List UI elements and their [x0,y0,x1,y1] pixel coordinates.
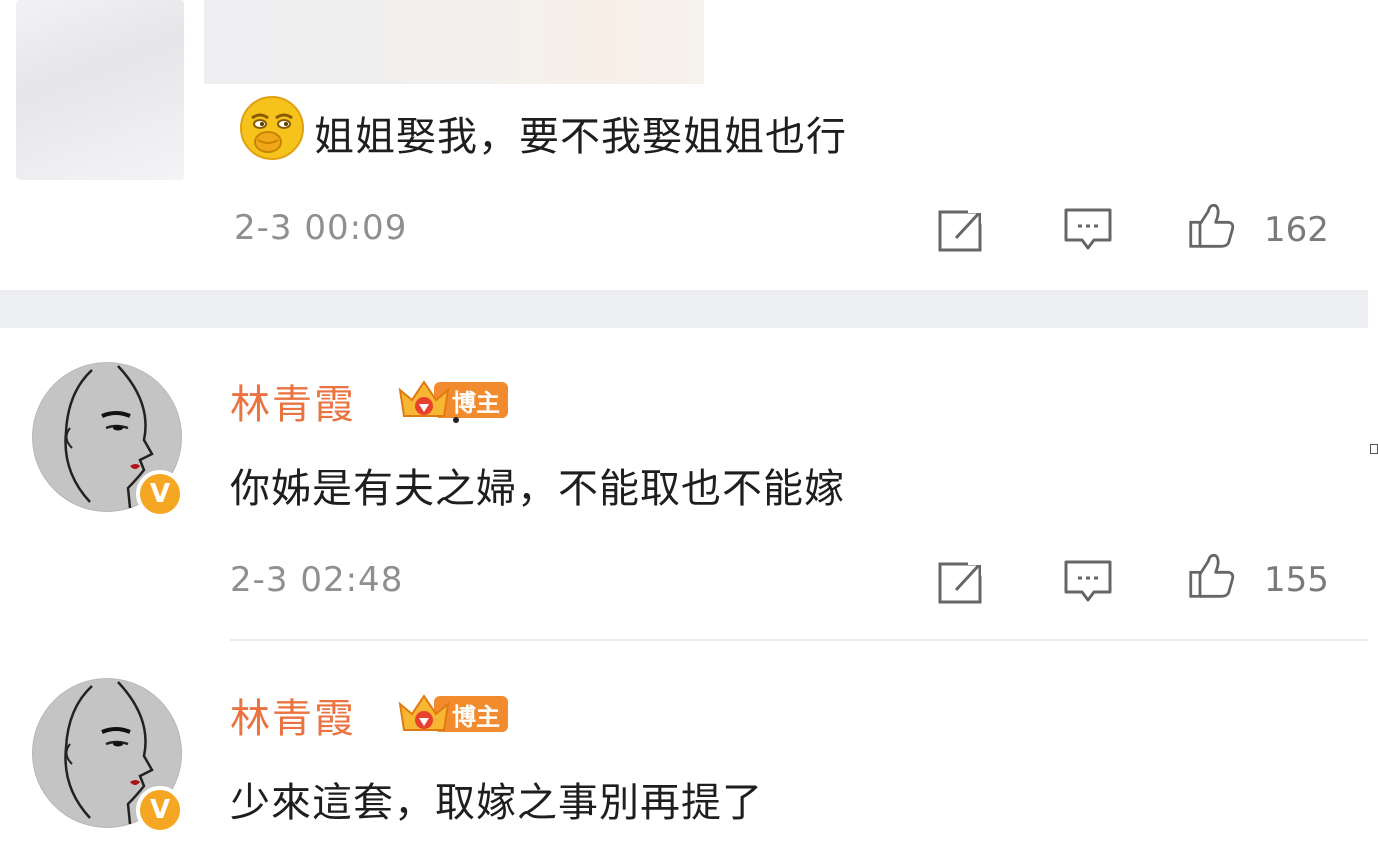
crown-icon [398,694,450,731]
verified-badge-icon: V [136,786,184,834]
comment-icon[interactable] [1062,558,1114,606]
like-count: 155 [1264,560,1329,600]
repost-icon[interactable] [936,206,988,254]
repost-icon[interactable] [936,558,988,606]
like-count: 162 [1264,210,1329,250]
avatar[interactable]: V [32,678,184,834]
stray-dot [453,417,459,423]
comment-card-1: 姐姐娶我，要不我娶姐姐也行 2-3 00:09 162 [0,0,1368,290]
username[interactable]: 林青霞 [230,372,356,430]
comment-icon[interactable] [1062,206,1114,254]
comment-text: 你姊是有夫之婦，不能取也不能嫁 [230,466,845,512]
blogger-badge: 博主 [396,376,510,422]
resize-handle[interactable] [1370,444,1378,454]
smirk-face-emoji-icon [240,96,304,160]
crown-icon [398,380,450,417]
comment-time: 2-3 00:09 [234,208,408,248]
comment-text: 姐姐娶我，要不我娶姐姐也行 [314,114,847,160]
blogger-badge: 博主 [396,690,510,736]
blurred-avatar[interactable] [16,0,184,180]
card-separator [0,290,1368,328]
comment-text: 少來這套，取嫁之事別再提了 [230,780,763,826]
thumbs-up-icon[interactable] [1186,202,1238,250]
comment-time: 2-3 02:48 [230,560,404,600]
avatar[interactable]: V [32,362,184,518]
comment-feed: 姐姐娶我，要不我娶姐姐也行 2-3 00:09 162 V 林青霞 博主 你姊是… [0,0,1378,864]
thumbs-up-icon[interactable] [1186,552,1238,600]
verified-badge-icon: V [136,470,184,518]
username[interactable]: 林青霞 [230,686,356,744]
reply-divider [230,639,1368,641]
blurred-username[interactable] [204,0,704,84]
